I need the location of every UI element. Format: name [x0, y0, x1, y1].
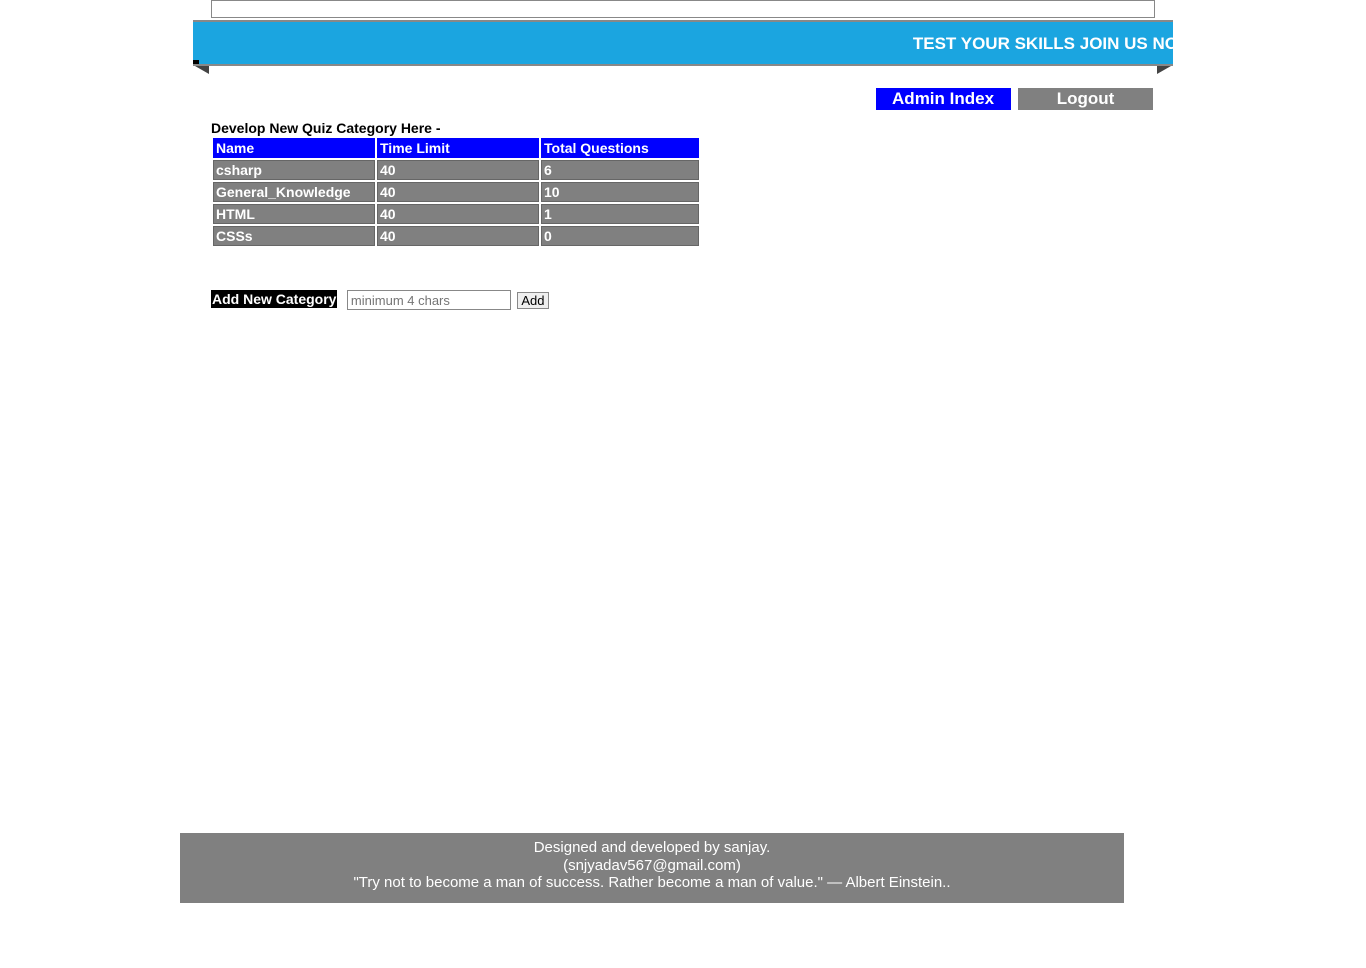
header-name: Name [213, 138, 375, 158]
add-category-section: Add New Category Add [211, 290, 1155, 310]
cell-name: CSSs [213, 226, 375, 246]
logout-button[interactable]: Logout [1018, 88, 1153, 110]
cell-name: General_Knowledge [213, 182, 375, 202]
cell-name: HTML [213, 204, 375, 224]
top-border-box [211, 0, 1155, 18]
quiz-category-table: Name Time Limit Total Questions csharp 4… [211, 136, 701, 248]
footer-line1: Designed and developed by sanjay. [180, 839, 1124, 856]
nav-buttons: Admin Index Logout [211, 88, 1155, 110]
admin-index-button[interactable]: Admin Index [876, 88, 1011, 110]
section-title: Develop New Quiz Category Here - [211, 120, 1155, 136]
cell-time: 40 [377, 226, 539, 246]
add-category-label: Add New Category [211, 290, 337, 308]
cell-time: 40 [377, 182, 539, 202]
banner-left-decoration [195, 66, 209, 74]
table-row: General_Knowledge 40 10 [213, 182, 699, 202]
cell-total: 10 [541, 182, 699, 202]
cell-time: 40 [377, 160, 539, 180]
cell-total: 1 [541, 204, 699, 224]
cell-total: 0 [541, 226, 699, 246]
footer-line2: (snjyadav567@gmail.com) [180, 857, 1124, 874]
banner-wrapper: TEST YOUR SKILLS JOIN US NO [193, 20, 1173, 66]
table-row: HTML 40 1 [213, 204, 699, 224]
add-category-input[interactable] [347, 290, 511, 310]
marquee-text: TEST YOUR SKILLS JOIN US NO [913, 34, 1173, 54]
banner: TEST YOUR SKILLS JOIN US NO [193, 20, 1173, 66]
header-time-limit: Time Limit [377, 138, 539, 158]
cell-time: 40 [377, 204, 539, 224]
cell-total: 6 [541, 160, 699, 180]
table-row: csharp 40 6 [213, 160, 699, 180]
footer-line3: "Try not to become a man of success. Rat… [180, 874, 1124, 891]
cell-name: csharp [213, 160, 375, 180]
banner-right-decoration [1157, 66, 1171, 74]
footer: Designed and developed by sanjay. (snjya… [180, 833, 1124, 903]
add-button[interactable]: Add [517, 292, 548, 309]
header-total-questions: Total Questions [541, 138, 699, 158]
table-row: CSSs 40 0 [213, 226, 699, 246]
